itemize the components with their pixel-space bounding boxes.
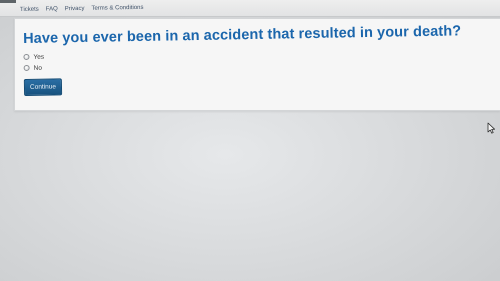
nav-link-tickets[interactable]: Tickets (20, 7, 39, 13)
mouse-pointer-icon (487, 122, 495, 134)
question-text: Have you ever been in an accident that r… (23, 23, 462, 47)
top-nav: Tickets FAQ Privacy Terms & Conditions (20, 5, 144, 13)
nav-link-privacy[interactable]: Privacy (65, 6, 85, 12)
option-yes-label[interactable]: Yes (33, 53, 44, 60)
window-corner (0, 0, 16, 3)
nav-link-terms[interactable]: Terms & Conditions (91, 5, 143, 12)
nav-link-faq[interactable]: FAQ (46, 6, 58, 12)
radio-yes[interactable] (23, 53, 30, 60)
question-form: Have you ever been in an accident that r… (23, 23, 462, 96)
option-no-label[interactable]: No (34, 64, 42, 71)
radio-no[interactable] (23, 64, 30, 71)
continue-button[interactable]: Continue (23, 78, 63, 96)
top-nav-bar: Tickets FAQ Privacy Terms & Conditions (0, 0, 500, 17)
answer-options: Yes No (23, 44, 461, 73)
question-card: Have you ever been in an accident that r… (14, 18, 500, 111)
